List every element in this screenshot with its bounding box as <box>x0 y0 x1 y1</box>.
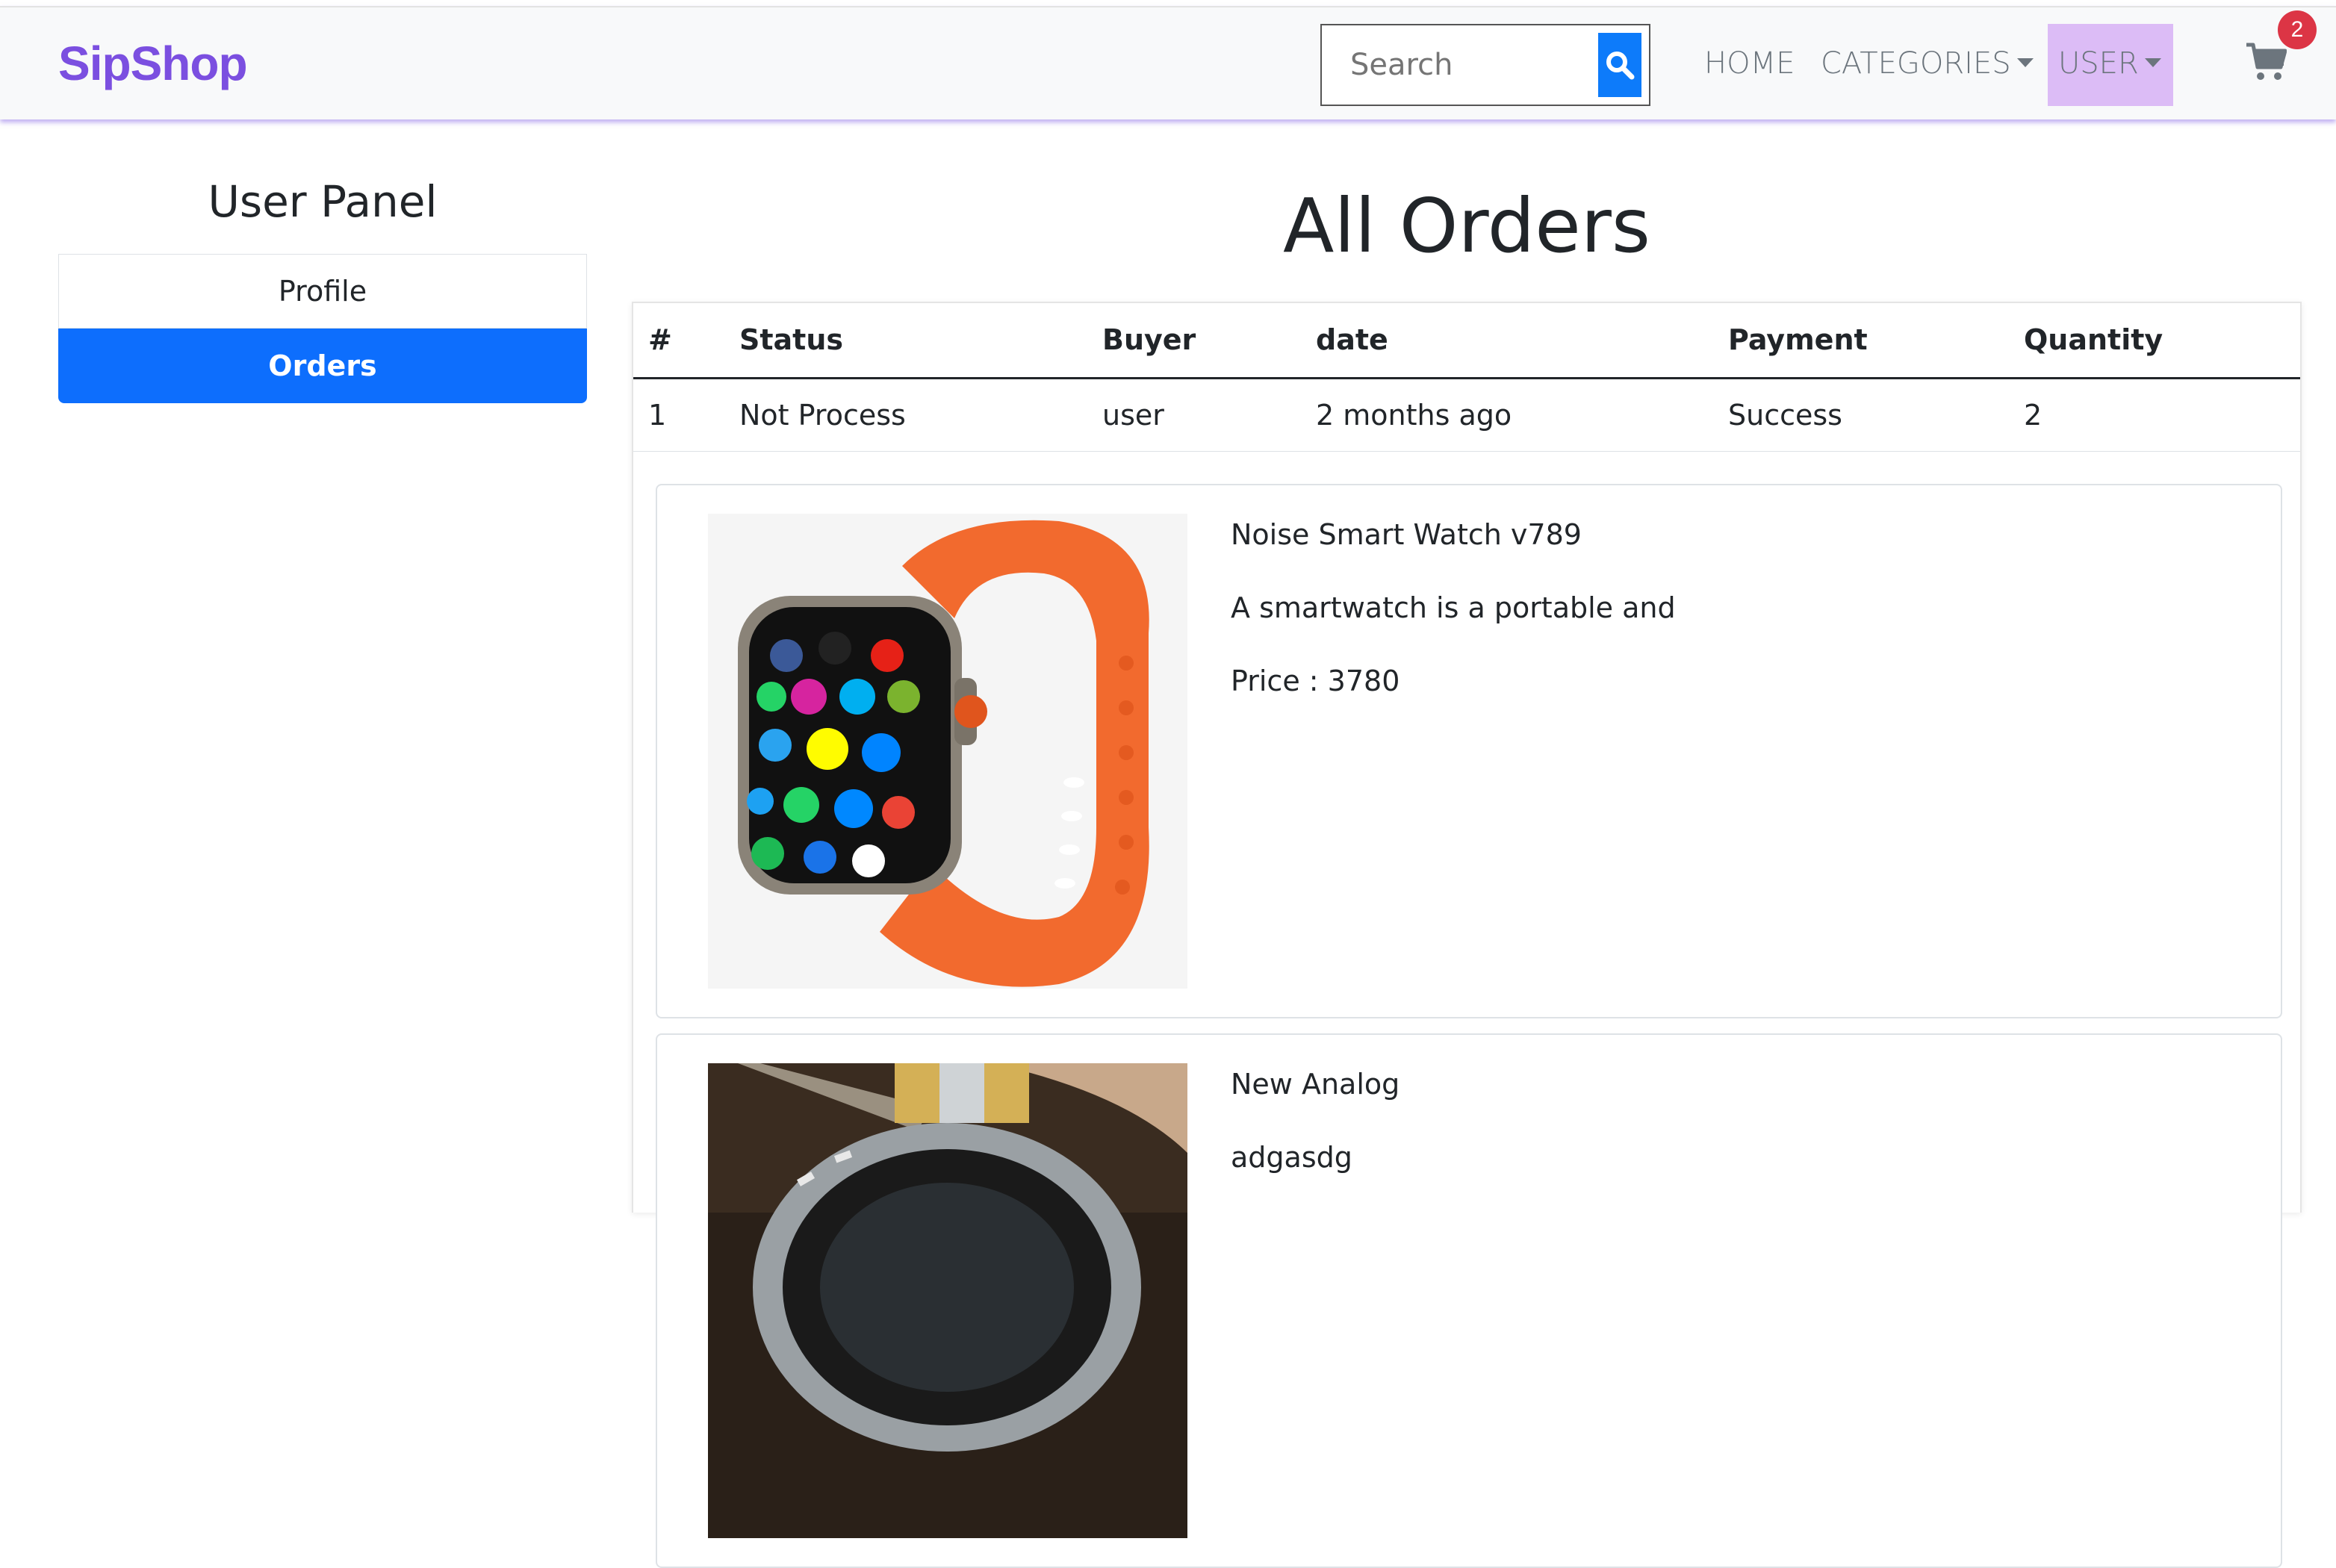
cart-icon <box>2246 43 2287 80</box>
column-header: # <box>633 303 724 379</box>
sidebar-item-profile[interactable]: Profile <box>58 254 587 329</box>
column-header: Buyer <box>1087 303 1301 379</box>
chevron-down-icon <box>2016 58 2034 67</box>
nav-user-toggle: USER <box>2058 46 2161 81</box>
nav-categories-label: CATEGORIES <box>1821 46 2011 81</box>
cart-count-badge: 2 <box>2278 10 2317 49</box>
table-cell: 1 <box>633 378 724 452</box>
search-form <box>1320 24 1650 106</box>
product-name: Noise Smart Watch v789 <box>1231 518 1582 551</box>
user-panel-title: User Panel <box>208 176 438 227</box>
table-row: 1 Not Process user 2 months ago Success … <box>633 378 2300 452</box>
product-image <box>708 1063 1187 1538</box>
table-cell: Not Process <box>724 378 1087 452</box>
product-card: New Analog adgasdg <box>656 1033 2282 1568</box>
product-card: Noise Smart Watch v789 A smartwatch is a… <box>656 484 2282 1018</box>
table-cell: 2 <box>2009 378 2300 452</box>
product-description: A smartwatch is a portable and <box>1231 591 1676 624</box>
search-icon <box>1606 52 1635 80</box>
nav-categories-dropdown[interactable]: CATEGORIES <box>1821 46 2034 81</box>
search-button[interactable] <box>1598 33 1641 97</box>
column-header: Status <box>724 303 1087 379</box>
column-header: Payment <box>1713 303 2009 379</box>
table-cell: Success <box>1713 378 2009 452</box>
nav-user-label: USER <box>2058 46 2139 81</box>
column-header: date <box>1301 303 1713 379</box>
sidebar-item-orders[interactable]: Orders <box>58 329 587 403</box>
analog-watch-image <box>708 1063 1187 1538</box>
nav-user-dropdown[interactable]: USER <box>2048 24 2173 106</box>
cart-button[interactable] <box>2245 42 2287 82</box>
navbar: SipShop HOME CATEGORIES USER <box>0 6 2336 119</box>
product-price: Price : 3780 <box>1231 665 1400 697</box>
order-container: # Status Buyer date Payment Quantity 1 N… <box>632 302 2302 1568</box>
product-description: adgasdg <box>1231 1141 1352 1174</box>
table-cell: 2 months ago <box>1301 378 1713 452</box>
table-cell: user <box>1087 378 1301 452</box>
search-input[interactable] <box>1331 33 1585 97</box>
column-header: Quantity <box>2009 303 2300 379</box>
orders-table: # Status Buyer date Payment Quantity 1 N… <box>633 303 2300 452</box>
table-header-row: # Status Buyer date Payment Quantity <box>633 303 2300 379</box>
user-panel-menu: Profile Orders <box>58 254 587 403</box>
page-title: All Orders <box>1282 182 1651 270</box>
smartwatch-image <box>708 514 1187 989</box>
product-name: New Analog <box>1231 1068 1400 1101</box>
nav-home-link[interactable]: HOME <box>1704 46 1795 81</box>
product-image <box>708 514 1187 989</box>
chevron-down-icon <box>2144 58 2161 67</box>
brand-logo[interactable]: SipShop <box>58 36 248 91</box>
